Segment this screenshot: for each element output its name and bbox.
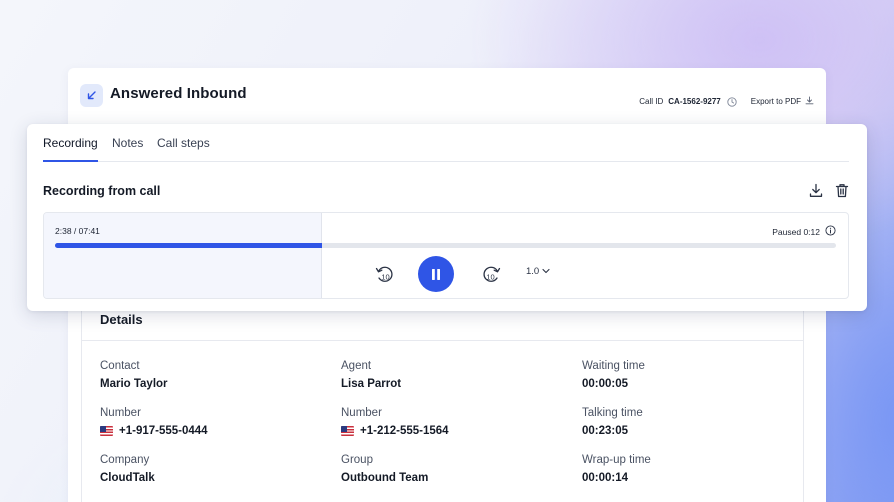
pause-icon [432, 268, 440, 280]
details-title: Details [100, 312, 143, 327]
paused-label: Paused 0:12 [772, 226, 820, 237]
field-label: Contact [100, 360, 140, 372]
recording-title: Recording from call [43, 184, 161, 198]
field-label: Company [100, 454, 150, 466]
tab-call-steps[interactable]: Call steps [157, 136, 210, 162]
details-section: Details Contact Mario Taylor Agent Lisa … [81, 304, 804, 502]
audio-player: 2:38 / 07:41 Paused 0:12 10 10 1.0 [43, 212, 849, 299]
field-label: Wrap-up time [582, 454, 651, 466]
card-header: Answered Inbound Call ID CA-1562-9277 Ex… [80, 84, 814, 114]
call-id-value: CA-1562-9277 [668, 97, 721, 106]
field-value: Lisa Parrot [341, 378, 402, 390]
tab-recording[interactable]: Recording [43, 136, 98, 162]
info-icon[interactable] [825, 225, 836, 238]
recording-actions [809, 183, 849, 198]
playback-speed-select[interactable]: 1.0 [526, 266, 550, 277]
details-divider [82, 340, 803, 341]
us-flag-icon [100, 426, 113, 436]
speed-value: 1.0 [526, 266, 540, 277]
field-contact: Contact Mario Taylor [100, 360, 168, 390]
tab-bar: Recording Notes Call steps [43, 124, 849, 162]
header-meta: Call ID CA-1562-9277 Export to PDF [639, 96, 814, 107]
time-readout: 2:38 / 07:41 [55, 226, 100, 236]
field-label: Group [341, 454, 373, 466]
us-flag-icon [341, 426, 354, 436]
rewind-10-button[interactable]: 10 [374, 263, 396, 285]
field-value: 00:23:05 [582, 425, 629, 437]
download-icon [805, 96, 814, 107]
export-pdf-label: Export to PDF [750, 97, 801, 106]
forward-label: 10 [486, 273, 494, 282]
contact-number-value[interactable]: +1-917-555-0444 [119, 425, 208, 437]
pause-button[interactable] [418, 256, 454, 292]
field-label: Waiting time [582, 360, 645, 372]
field-company: Company CloudTalk [100, 454, 155, 484]
field-value: +1-212-555-1564 [341, 425, 449, 437]
field-agent: Agent Lisa Parrot [341, 360, 401, 390]
rewind-label: 10 [381, 273, 389, 282]
field-waiting-time: Waiting time 00:00:05 [582, 360, 645, 390]
paused-readout: Paused 0:12 [772, 225, 836, 238]
export-pdf-button[interactable]: Export to PDF [751, 96, 814, 107]
progress-track[interactable] [55, 243, 836, 248]
chevron-down-icon [542, 266, 550, 277]
field-talking-time: Talking time 00:23:05 [582, 407, 643, 437]
forward-10-button[interactable]: 10 [480, 263, 502, 285]
progress-fill [55, 243, 323, 248]
tab-notes[interactable]: Notes [112, 136, 143, 162]
field-value: Mario Taylor [100, 378, 168, 390]
page-title: Answered Inbound [110, 85, 247, 102]
field-value: CloudTalk [100, 472, 155, 484]
field-group: Group Outbound Team [341, 454, 428, 484]
field-wrap-up-time: Wrap-up time 00:00:14 [582, 454, 651, 484]
clock-icon[interactable] [727, 96, 737, 107]
field-label: Number [341, 407, 382, 419]
arrow-down-left-icon [80, 84, 103, 107]
field-label: Number [100, 407, 141, 419]
recording-panel: Recording Notes Call steps Recording fro… [27, 124, 867, 311]
download-icon[interactable] [809, 183, 823, 198]
field-value: 00:00:14 [582, 472, 629, 484]
field-value: +1-917-555-0444 [100, 425, 208, 437]
agent-number-value[interactable]: +1-212-555-1564 [360, 425, 449, 437]
field-value: Outbound Team [341, 472, 429, 484]
field-agent-number: Number +1-212-555-1564 [341, 407, 449, 437]
field-contact-number: Number +1-917-555-0444 [100, 407, 208, 437]
trash-icon[interactable] [835, 183, 849, 198]
playback-controls: 10 10 1.0 [374, 256, 574, 292]
field-label: Agent [341, 360, 372, 372]
field-value: 00:00:05 [582, 378, 629, 390]
call-id-label: Call ID [639, 97, 664, 106]
field-label: Talking time [582, 407, 643, 419]
